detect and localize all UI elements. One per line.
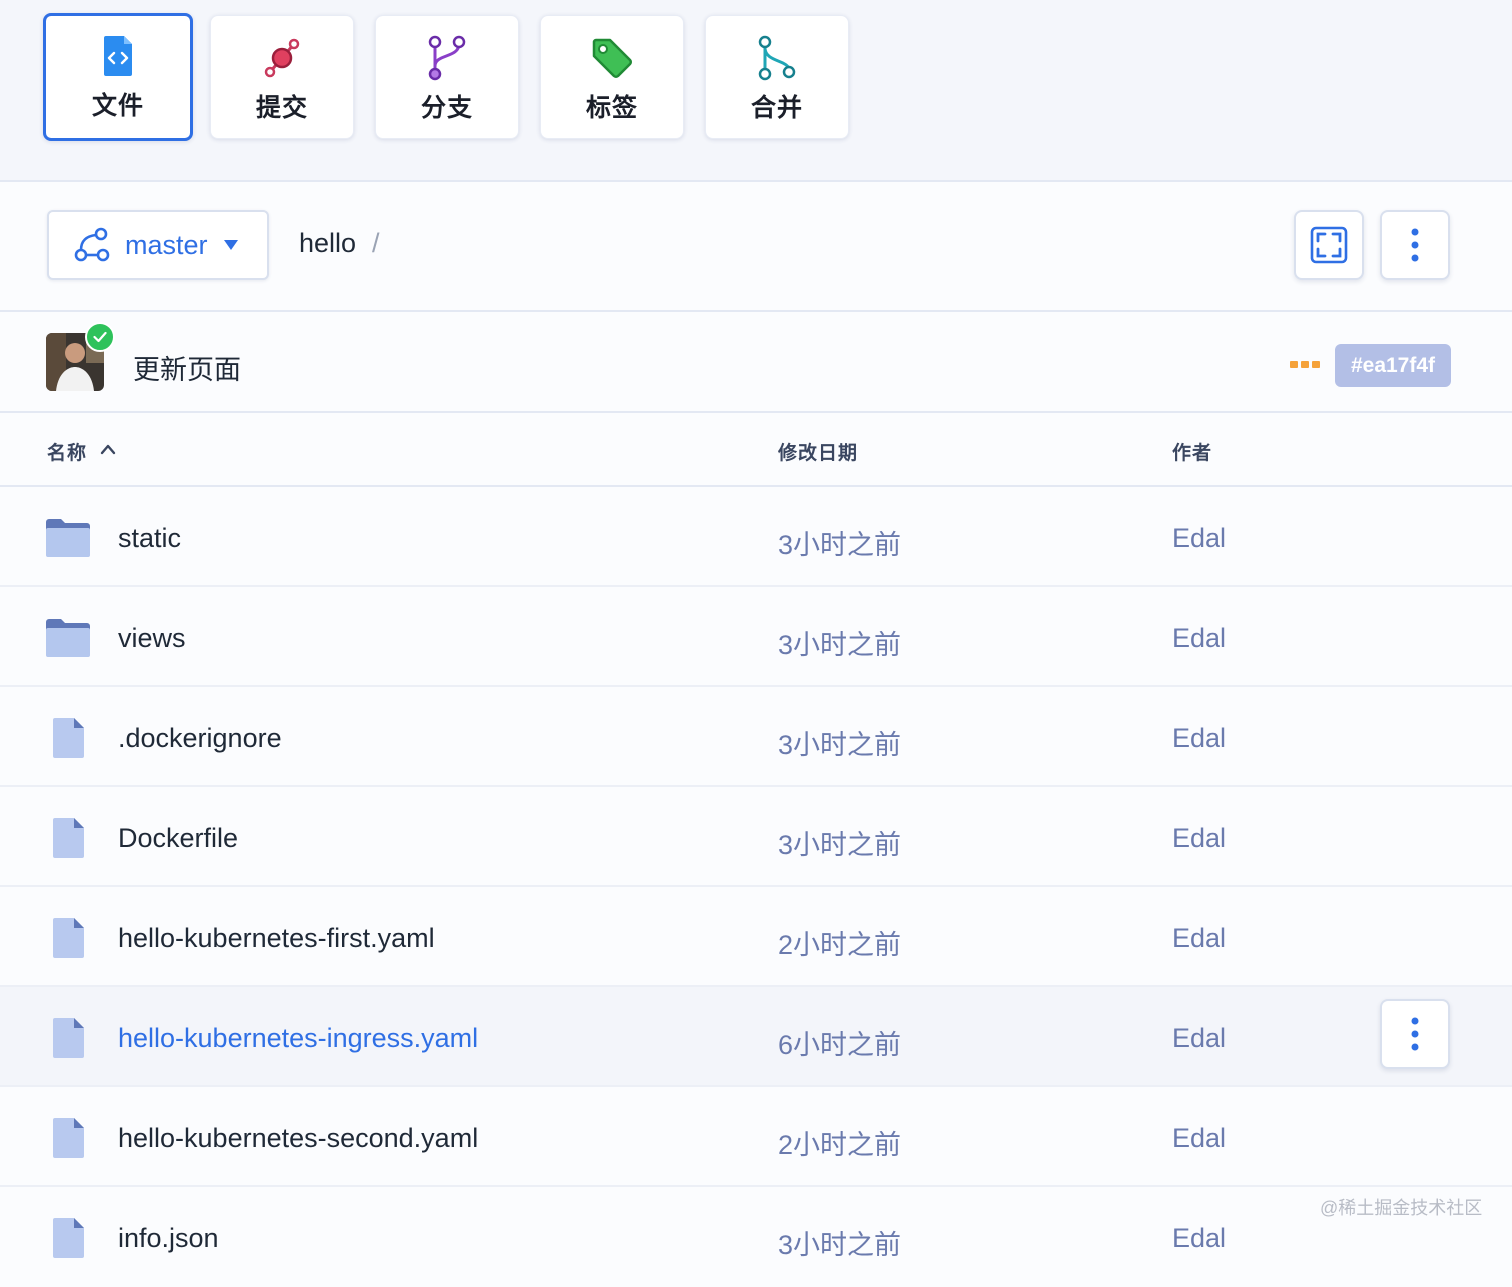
file-icon	[53, 718, 84, 758]
author-name[interactable]: Edal	[1172, 623, 1226, 654]
modified-date: 3小时之前	[778, 730, 902, 760]
table-row[interactable]: hello-kubernetes-second.yaml 2小时之前 Edal	[0, 1087, 1512, 1187]
author-name[interactable]: Edal	[1172, 1223, 1226, 1254]
file-code-icon	[104, 36, 132, 76]
more-vertical-icon	[1411, 228, 1419, 262]
tab-label: 分支	[420, 94, 473, 122]
tab-merge[interactable]: 合并	[705, 15, 849, 139]
top-tab-bar: 文件 提交 分支 标签 合并	[0, 0, 1512, 182]
fullscreen-icon	[1310, 226, 1348, 264]
tab-label: 提交	[255, 94, 308, 122]
divider	[0, 310, 1512, 312]
folder-icon	[46, 619, 90, 657]
modified-date: 2小时之前	[778, 1130, 902, 1160]
table-row[interactable]: info.json 3小时之前 Edal	[0, 1187, 1512, 1287]
file-icon	[53, 1018, 84, 1058]
verified-check-icon	[85, 322, 115, 352]
author-name[interactable]: Edal	[1172, 523, 1226, 554]
tab-label: 标签	[585, 94, 638, 122]
author-name[interactable]: Edal	[1172, 723, 1226, 754]
chevron-down-icon	[223, 240, 238, 250]
table-row[interactable]: Dockerfile 3小时之前 Edal	[0, 787, 1512, 887]
sort-ascending-icon[interactable]	[100, 442, 116, 456]
fullscreen-button[interactable]	[1294, 210, 1364, 280]
author-name[interactable]: Edal	[1172, 923, 1226, 954]
file-icon	[53, 1118, 84, 1158]
branch-name: master	[125, 229, 208, 260]
tab-label: 文件	[91, 92, 144, 120]
commit-icon	[264, 38, 300, 78]
author-name[interactable]: Edal	[1172, 1023, 1226, 1054]
branch-selector[interactable]: master	[47, 210, 269, 280]
tab-commits[interactable]: 提交	[210, 15, 354, 139]
file-name-link[interactable]: hello-kubernetes-ingress.yaml	[118, 1023, 478, 1054]
author-name[interactable]: Edal	[1172, 823, 1226, 854]
tab-branches[interactable]: 分支	[375, 15, 519, 139]
tab-label: 合并	[750, 94, 803, 122]
branch-icon	[74, 227, 110, 262]
branch-icon	[428, 35, 466, 81]
file-name[interactable]: hello-kubernetes-second.yaml	[118, 1123, 478, 1154]
folder-icon	[46, 519, 90, 557]
divider	[0, 411, 1512, 413]
file-name[interactable]: Dockerfile	[118, 823, 238, 854]
column-header-date[interactable]: 修改日期	[778, 438, 858, 465]
modified-date: 3小时之前	[778, 830, 902, 860]
merge-icon	[758, 35, 796, 81]
modified-date: 3小时之前	[778, 530, 902, 560]
tab-files[interactable]: 文件	[43, 13, 193, 141]
tab-tags[interactable]: 标签	[540, 15, 684, 139]
file-name[interactable]: views	[118, 623, 186, 654]
file-icon	[53, 918, 84, 958]
more-vertical-icon	[1411, 1017, 1419, 1051]
file-name[interactable]: .dockerignore	[118, 723, 282, 754]
column-header-author[interactable]: 作者	[1172, 438, 1212, 465]
tag-icon	[592, 38, 632, 78]
table-row[interactable]: .dockerignore 3小时之前 Edal	[0, 687, 1512, 787]
modified-date: 3小时之前	[778, 1230, 902, 1260]
breadcrumb-repo[interactable]: hello	[299, 228, 356, 259]
file-icon	[53, 1218, 84, 1258]
more-options-button[interactable]	[1380, 210, 1450, 280]
modified-date: 2小时之前	[778, 930, 902, 960]
column-header-name[interactable]: 名称	[47, 438, 87, 465]
table-row[interactable]: static 3小时之前 Edal	[0, 487, 1512, 587]
breadcrumb-separator: /	[372, 228, 380, 258]
watermark: @稀土掘金技术社区	[1320, 1198, 1483, 1218]
file-icon	[53, 818, 84, 858]
table-row[interactable]: hello-kubernetes-first.yaml 2小时之前 Edal	[0, 887, 1512, 987]
table-row-hovered[interactable]: hello-kubernetes-ingress.yaml 6小时之前 Edal	[0, 987, 1512, 1087]
modified-date: 6小时之前	[778, 1030, 902, 1060]
row-more-options-button[interactable]	[1380, 999, 1450, 1069]
commit-hash-badge[interactable]: #ea17f4f	[1335, 344, 1451, 387]
file-name[interactable]: static	[118, 523, 181, 554]
file-name[interactable]: hello-kubernetes-first.yaml	[118, 923, 435, 954]
commit-message[interactable]: 更新页面	[133, 348, 241, 387]
author-name[interactable]: Edal	[1172, 1123, 1226, 1154]
more-horizontal-icon[interactable]	[1290, 361, 1320, 368]
file-name[interactable]: info.json	[118, 1223, 219, 1254]
modified-date: 3小时之前	[778, 630, 902, 660]
table-row[interactable]: views 3小时之前 Edal	[0, 587, 1512, 687]
